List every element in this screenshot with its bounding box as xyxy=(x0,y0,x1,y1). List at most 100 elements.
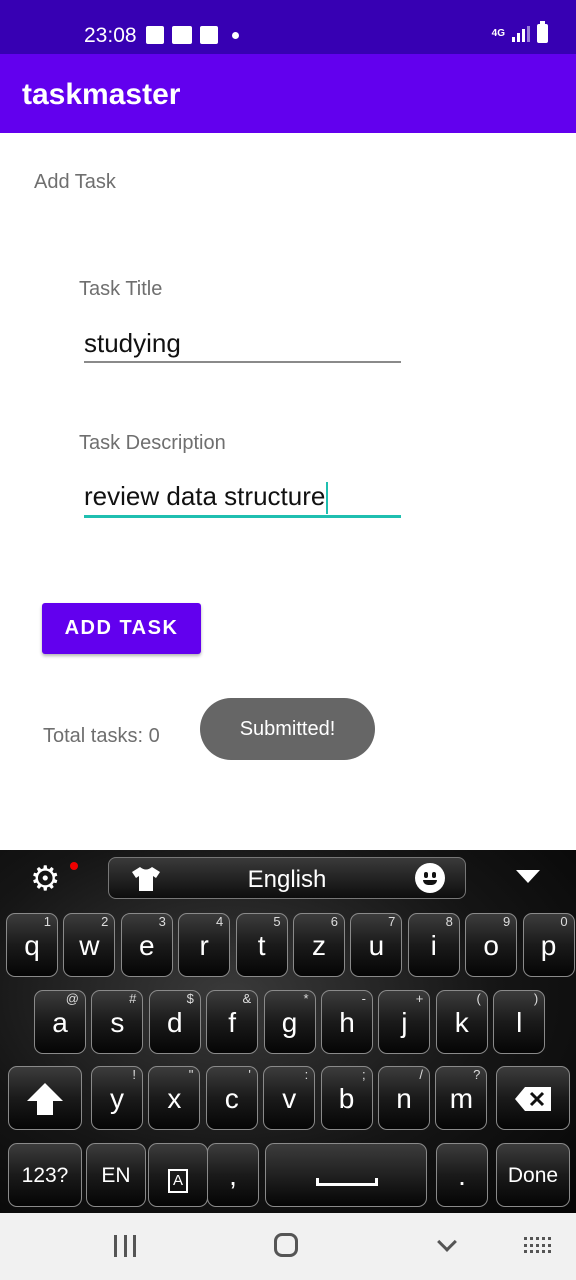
keyboard-switch-icon[interactable] xyxy=(524,1237,552,1255)
key-t[interactable]: 5t xyxy=(235,913,288,977)
collapse-keyboard-icon[interactable] xyxy=(516,870,540,883)
key-hint: $ xyxy=(186,991,194,1006)
clipboard-key[interactable]: A xyxy=(148,1143,208,1207)
key-label: p xyxy=(540,930,557,961)
key-c[interactable]: ' c xyxy=(205,1066,258,1130)
key-n[interactable]: / n xyxy=(378,1066,430,1130)
symbols-key[interactable]: 123? xyxy=(8,1143,82,1207)
key-label: k xyxy=(454,1007,469,1038)
clipboard-icon: A xyxy=(168,1169,188,1193)
key-hint: 0 xyxy=(560,914,568,929)
key-y[interactable]: ! y xyxy=(91,1066,143,1130)
key-a[interactable]: @ a xyxy=(34,990,86,1054)
key-label: q xyxy=(24,930,40,961)
status-time: 23:08 xyxy=(84,24,137,47)
recent-apps-icon[interactable] xyxy=(114,1235,136,1257)
check-icon xyxy=(200,26,218,44)
key-q[interactable]: 1q xyxy=(6,913,58,977)
key-hint: - xyxy=(361,991,366,1006)
comma-key[interactable]: , xyxy=(207,1143,259,1207)
period-key[interactable]: . xyxy=(436,1143,488,1207)
shift-key[interactable] xyxy=(8,1066,82,1130)
task-description-label: Task Description xyxy=(79,432,226,454)
key-label: y xyxy=(110,1083,124,1114)
key-label: z xyxy=(312,930,326,961)
key-j[interactable]: + j xyxy=(378,990,431,1054)
key-r[interactable]: 4r xyxy=(178,913,231,977)
key-hint: 4 xyxy=(215,914,224,929)
key-g[interactable]: * g xyxy=(263,990,316,1054)
key-hint: 8 xyxy=(445,914,453,929)
key-w[interactable]: 2w xyxy=(63,913,116,977)
keyboard: ⚙ English 1q2w3e4r5t6z7u8i9o0p @ a # s $ d & f *… xyxy=(0,850,576,1213)
screen: 23:08 4G taskmaster Add Task Task Title … xyxy=(0,0,576,1280)
more-notifications-dot-icon xyxy=(232,31,239,39)
key-label: x xyxy=(167,1083,182,1114)
key-label: u xyxy=(368,930,385,961)
key-m[interactable]: ? m xyxy=(435,1066,488,1130)
key-hint: & xyxy=(242,991,252,1006)
key-p[interactable]: 0p xyxy=(522,913,575,977)
key-z[interactable]: 6z xyxy=(293,913,345,977)
language-bar[interactable]: English xyxy=(108,857,466,899)
network-type: 4G xyxy=(491,27,505,39)
space-key[interactable] xyxy=(265,1143,427,1207)
emoji-icon[interactable] xyxy=(415,863,445,893)
key-hint: ' xyxy=(248,1067,251,1082)
key-hint: 2 xyxy=(101,914,109,929)
key-x[interactable]: " x xyxy=(148,1066,201,1130)
key-label: b xyxy=(338,1083,355,1114)
key-hint: # xyxy=(129,991,137,1006)
shift-arrow-icon xyxy=(27,1083,63,1115)
keyboard-toolbar: ⚙ English xyxy=(0,850,576,906)
key-i[interactable]: 8i xyxy=(407,913,460,977)
key-label: g xyxy=(281,1007,298,1038)
key-s[interactable]: # s xyxy=(91,990,144,1054)
key-label: i xyxy=(430,930,437,961)
key-b[interactable]: ; b xyxy=(320,1066,373,1130)
battery-icon xyxy=(537,21,548,43)
key-k[interactable]: (k xyxy=(435,990,488,1054)
key-o[interactable]: 9o xyxy=(465,913,518,977)
done-key[interactable]: Done xyxy=(496,1143,570,1207)
key-hint: 1 xyxy=(43,914,51,929)
add-task-button[interactable]: ADD TASK xyxy=(42,603,201,654)
key-hint: / xyxy=(419,1067,423,1082)
signal-icon xyxy=(512,25,530,42)
keyboard-settings-gear-icon[interactable]: ⚙ xyxy=(30,862,64,896)
key-hint: 3 xyxy=(158,914,166,929)
gallery-icon xyxy=(146,26,164,44)
key-label: w xyxy=(79,930,100,961)
key-l[interactable]: ) l xyxy=(493,990,546,1054)
key-hint: 6 xyxy=(330,914,338,929)
key-hint: * xyxy=(303,991,309,1006)
backspace-icon xyxy=(515,1087,551,1111)
task-description-input[interactable]: review data structure xyxy=(84,471,401,521)
key-e[interactable]: 3e xyxy=(120,913,173,977)
key-f[interactable]: & f xyxy=(206,990,259,1054)
key-hint: @ xyxy=(65,991,79,1006)
key-label: j xyxy=(401,1007,408,1038)
back-icon[interactable] xyxy=(437,1232,457,1252)
key-d[interactable]: $ d xyxy=(148,990,201,1054)
navigation-bar xyxy=(0,1213,576,1280)
home-icon[interactable] xyxy=(274,1233,298,1257)
key-label: r xyxy=(199,930,209,961)
key-label: a xyxy=(52,1007,68,1038)
key-u[interactable]: 7u xyxy=(350,913,403,977)
key-hint: " xyxy=(188,1067,194,1082)
language-switch-key[interactable]: EN xyxy=(86,1143,146,1207)
backspace-key[interactable] xyxy=(496,1066,570,1130)
key-h[interactable]: -h xyxy=(321,990,373,1054)
page-title: Add Task xyxy=(34,171,116,193)
status-bar: 23:08 4G xyxy=(0,0,576,54)
key-label: c xyxy=(224,1083,239,1114)
app-bar: taskmaster xyxy=(0,54,576,133)
key-hint: 9 xyxy=(502,914,511,929)
key-hint: ) xyxy=(533,991,539,1006)
key-label: d xyxy=(167,1007,183,1038)
key-hint: 7 xyxy=(388,914,396,929)
notification-icons xyxy=(146,26,239,44)
total-tasks-label: Total tasks: 0 xyxy=(43,725,160,747)
key-v[interactable]: :v xyxy=(263,1066,316,1130)
